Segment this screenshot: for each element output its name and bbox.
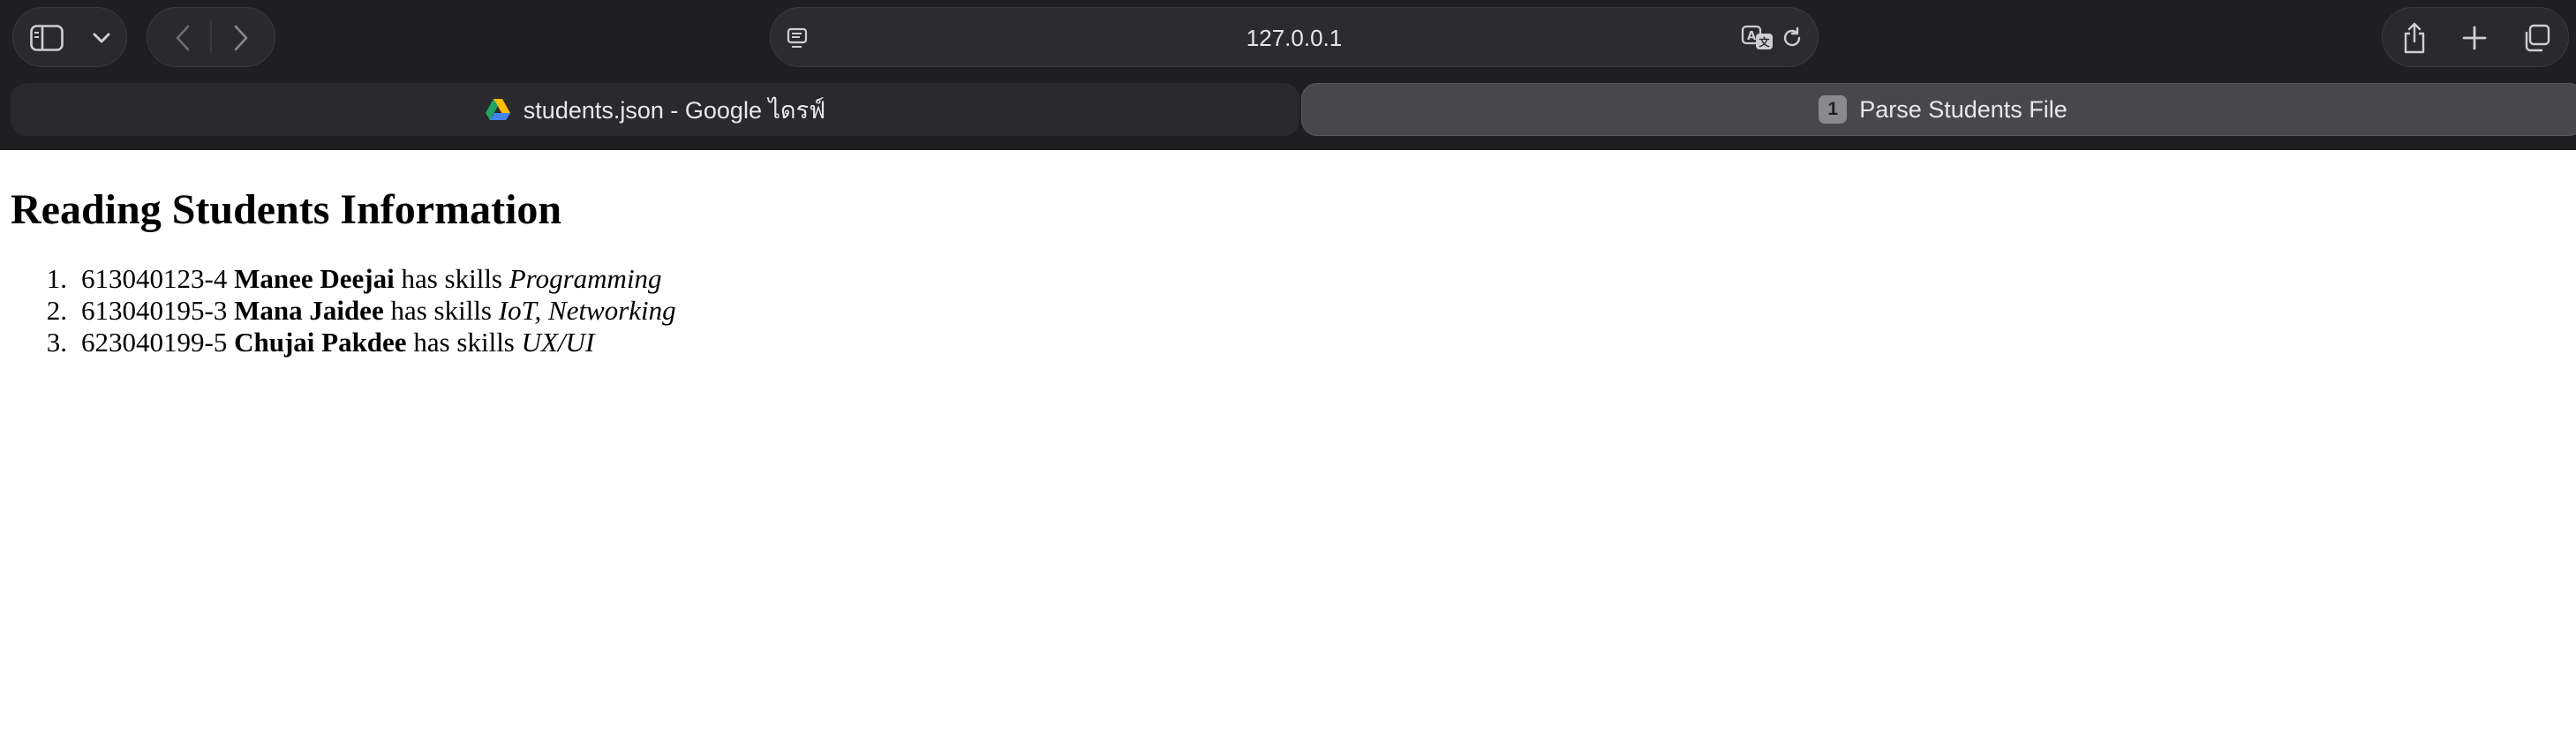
student-id: 613040195-3 (81, 295, 228, 326)
student-id: 613040123-4 (81, 263, 228, 294)
google-drive-icon (485, 96, 511, 123)
list-number: 3. (46, 327, 67, 358)
tab-label: Parse Students File (1859, 95, 2068, 123)
list-number: 1. (46, 263, 67, 294)
tab-students-json[interactable]: students.json - Google ไดรฟ์ (11, 83, 1299, 136)
back-arrow-icon[interactable] (167, 22, 199, 54)
tab-label: students.json - Google ไดรฟ์ (523, 96, 826, 124)
sidebar-toggle-icon[interactable] (29, 20, 64, 56)
right-toolbar-group (2382, 7, 2569, 67)
skills-connector: has skills (390, 295, 492, 326)
forward-arrow-icon[interactable] (225, 22, 257, 54)
svg-text:A: A (1747, 30, 1756, 43)
student-name: Manee Deejai (234, 263, 395, 294)
sidebar-button-group (12, 7, 127, 67)
student-name: Mana Jaidee (234, 295, 384, 326)
student-id: 623040199-5 (81, 327, 228, 358)
page-title: Reading Students Information (11, 186, 562, 233)
new-tab-plus-icon[interactable] (2459, 22, 2490, 54)
address-bar[interactable]: 127.0.0.1 A文 (770, 7, 1819, 67)
student-skills: IoT, Networking (498, 295, 676, 326)
skills-connector: has skills (401, 263, 502, 294)
browser-chrome: 127.0.0.1 A文 students.json - Google ไดรฟ… (0, 0, 2576, 150)
student-name: Chujai Pakdee (234, 327, 407, 358)
chevron-down-icon[interactable] (87, 24, 116, 52)
svg-text:文: 文 (1759, 35, 1770, 49)
reload-icon[interactable] (1777, 23, 1807, 53)
tab-bar: students.json - Google ไดรฟ์ 1 Parse Stu… (11, 83, 2576, 139)
nav-divider (210, 21, 212, 53)
list-number: 2. (46, 295, 67, 326)
tab-overview-icon[interactable] (2519, 22, 2554, 54)
address-text[interactable]: 127.0.0.1 (771, 8, 1818, 68)
student-skills: Programming (508, 263, 662, 294)
tab-parse-students-file[interactable]: 1 Parse Students File (1301, 83, 2576, 136)
translate-icon[interactable]: A文 (1740, 23, 1775, 53)
skills-connector: has skills (413, 327, 515, 358)
page-content: Reading Students Information 1. 61304012… (0, 150, 2576, 731)
tab-count-badge: 1 (1819, 95, 1848, 124)
share-icon[interactable] (2397, 19, 2432, 57)
student-skills: UX/UI (521, 327, 595, 358)
